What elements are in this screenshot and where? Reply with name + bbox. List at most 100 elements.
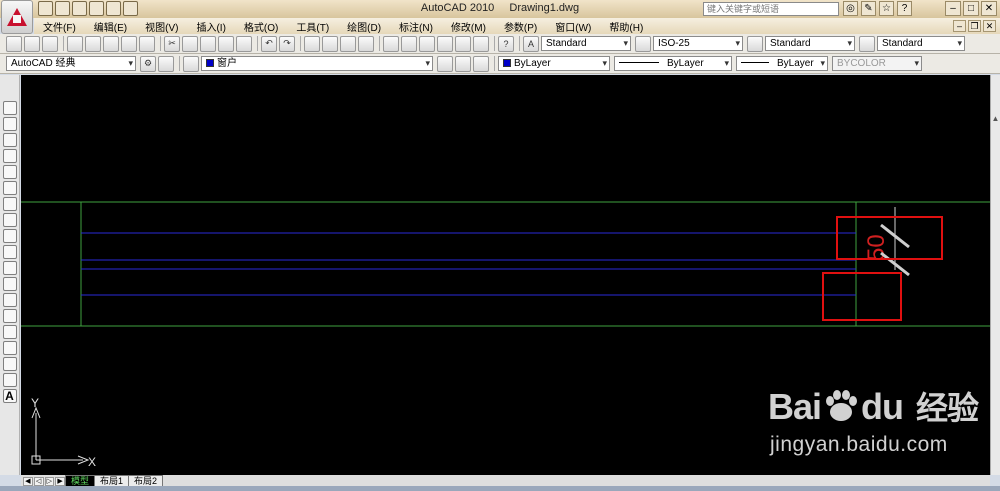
markup-icon[interactable]	[455, 35, 471, 52]
redo-tool-icon[interactable]: ↷	[279, 35, 295, 52]
text-style-select[interactable]: Standard	[541, 36, 631, 51]
prev-tab-icon[interactable]: ◁	[33, 477, 44, 486]
pan-icon[interactable]	[304, 35, 320, 52]
table-style-icon[interactable]	[747, 35, 763, 52]
menu-modify[interactable]: 修改(M)	[442, 19, 495, 34]
menu-edit[interactable]: 编辑(E)	[85, 19, 136, 34]
text-style-icon[interactable]: A	[523, 35, 539, 52]
paste-icon[interactable]	[200, 35, 216, 52]
color-select[interactable]: ByLayer	[498, 56, 610, 71]
multiline-text-icon[interactable]: A	[2, 389, 17, 403]
publish-icon[interactable]	[103, 35, 119, 52]
tab-layout2[interactable]: 布局2	[128, 475, 164, 486]
maximize-icon[interactable]: □	[963, 1, 979, 16]
dim-style-icon[interactable]	[635, 35, 651, 52]
qnew-icon[interactable]	[6, 35, 22, 52]
ellipse-icon[interactable]	[2, 245, 17, 259]
arc-icon[interactable]	[2, 181, 17, 195]
point-icon[interactable]	[2, 309, 17, 323]
match-properties-icon[interactable]	[218, 35, 234, 52]
line-tool-icon[interactable]	[2, 101, 17, 115]
next-tab-icon[interactable]: ▷	[44, 477, 55, 486]
menu-format[interactable]: 格式(O)	[235, 19, 287, 34]
close-icon[interactable]: ✕	[981, 1, 997, 16]
tools-icon[interactable]: ✎	[861, 1, 876, 16]
polygon-icon[interactable]	[2, 149, 17, 163]
menu-view[interactable]: 视图(V)	[136, 19, 187, 34]
tab-model[interactable]: 模型	[65, 475, 96, 486]
undo-tool-icon[interactable]: ↶	[261, 35, 277, 52]
design-center-icon[interactable]	[401, 35, 417, 52]
undo-icon[interactable]	[89, 1, 104, 16]
redo-icon[interactable]	[106, 1, 121, 16]
doc-restore-icon[interactable]: ❐	[968, 20, 981, 32]
region-icon[interactable]	[2, 357, 17, 371]
properties-icon[interactable]	[383, 35, 399, 52]
zoom-realtime-icon[interactable]	[322, 35, 338, 52]
table-style-select[interactable]: Standard	[765, 36, 855, 51]
multileader-style-select[interactable]: Standard	[877, 36, 965, 51]
sheet-set-icon[interactable]	[437, 35, 453, 52]
scroll-up-icon[interactable]: ▲	[992, 115, 1000, 123]
etransmit-icon[interactable]	[139, 35, 155, 52]
circle-icon[interactable]	[2, 197, 17, 211]
spline-icon[interactable]	[2, 229, 17, 243]
open-icon[interactable]	[55, 1, 70, 16]
3d-dwf-icon[interactable]	[121, 35, 137, 52]
dim-style-select[interactable]: ISO-25	[653, 36, 743, 51]
layer-select[interactable]: 窗户	[201, 56, 433, 71]
menu-tools[interactable]: 工具(T)	[287, 19, 338, 34]
drawing-canvas[interactable]: 50 Y X	[21, 75, 990, 475]
block-editor-icon[interactable]	[236, 35, 252, 52]
layer-previous-icon[interactable]	[455, 55, 471, 72]
hatch-icon[interactable]	[2, 325, 17, 339]
new-icon[interactable]	[38, 1, 53, 16]
menu-insert[interactable]: 插入(I)	[187, 19, 234, 34]
revision-cloud-icon[interactable]	[2, 213, 17, 227]
rectangle-icon[interactable]	[2, 165, 17, 179]
layer-properties-icon[interactable]	[183, 55, 199, 72]
menu-draw[interactable]: 绘图(D)	[338, 19, 390, 34]
application-menu-button[interactable]	[1, 0, 33, 34]
doc-close-icon[interactable]: ✕	[983, 20, 996, 32]
save-file-icon[interactable]	[42, 35, 58, 52]
workspace-save-icon[interactable]	[158, 55, 174, 72]
vertical-scrollbar[interactable]: ▲	[990, 75, 1000, 475]
help-icon[interactable]: ?	[897, 1, 912, 16]
ellipse-arc-icon[interactable]	[2, 261, 17, 275]
gradient-icon[interactable]	[2, 341, 17, 355]
lineweight-select[interactable]: ByLayer	[736, 56, 828, 71]
zoom-previous-icon[interactable]	[358, 35, 374, 52]
layer-states-icon[interactable]	[473, 55, 489, 72]
save-icon[interactable]	[72, 1, 87, 16]
preview-icon[interactable]	[85, 35, 101, 52]
last-tab-icon[interactable]: ▶	[55, 477, 65, 486]
make-block-icon[interactable]	[2, 293, 17, 307]
make-current-layer-icon[interactable]	[437, 55, 453, 72]
workspace-select[interactable]: AutoCAD 经典	[6, 56, 136, 71]
menu-help[interactable]: 帮助(H)	[600, 19, 652, 34]
tab-layout1[interactable]: 布局1	[94, 475, 130, 486]
polyline-icon[interactable]	[2, 133, 17, 147]
table-icon[interactable]	[2, 373, 17, 387]
minimize-icon[interactable]: –	[945, 1, 961, 16]
print-icon[interactable]	[67, 35, 83, 52]
first-tab-icon[interactable]: ◀	[23, 477, 33, 486]
insert-block-icon[interactable]	[2, 277, 17, 291]
menu-window[interactable]: 窗口(W)	[546, 19, 600, 34]
help-tool-icon[interactable]: ?	[498, 35, 514, 52]
menu-parametric[interactable]: 参数(P)	[495, 19, 546, 34]
binoculars-icon[interactable]: ◎	[843, 1, 858, 16]
multileader-style-icon[interactable]	[859, 35, 875, 52]
menu-dimension[interactable]: 标注(N)	[390, 19, 442, 34]
menu-file[interactable]: 文件(F)	[34, 19, 85, 34]
doc-minimize-icon[interactable]: –	[953, 20, 966, 32]
search-input[interactable]: 键入关键字或短语	[703, 2, 839, 16]
cut-icon[interactable]: ✂	[164, 35, 180, 52]
workspace-settings-icon[interactable]: ⚙	[140, 55, 156, 72]
linetype-select[interactable]: ByLayer	[614, 56, 732, 71]
tool-palettes-icon[interactable]	[419, 35, 435, 52]
copy-icon[interactable]	[182, 35, 198, 52]
plot-icon[interactable]	[123, 1, 138, 16]
calculator-icon[interactable]	[473, 35, 489, 52]
